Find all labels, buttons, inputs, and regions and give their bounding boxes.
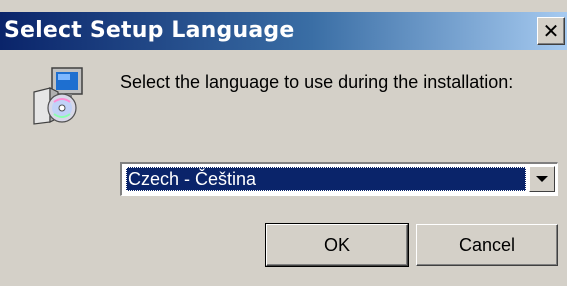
selected-language[interactable]: Czech - Čeština <box>126 167 526 191</box>
setup-installer-icon <box>33 67 83 125</box>
cancel-button[interactable]: Cancel <box>416 224 558 266</box>
close-button[interactable]: ✕ <box>537 17 565 45</box>
chevron-down-icon <box>536 176 548 182</box>
title-bar[interactable]: Select Setup Language ✕ <box>0 12 567 50</box>
language-prompt: Select the language to use during the in… <box>120 72 514 92</box>
ok-button[interactable]: OK <box>265 223 409 267</box>
window-title: Select Setup Language <box>4 18 295 43</box>
language-select[interactable]: Czech - Čeština <box>120 162 558 196</box>
dropdown-button[interactable] <box>529 166 555 192</box>
close-icon: ✕ <box>542 19 560 43</box>
setup-language-dialog: Select Setup Language ✕ Select the langu… <box>0 0 567 286</box>
